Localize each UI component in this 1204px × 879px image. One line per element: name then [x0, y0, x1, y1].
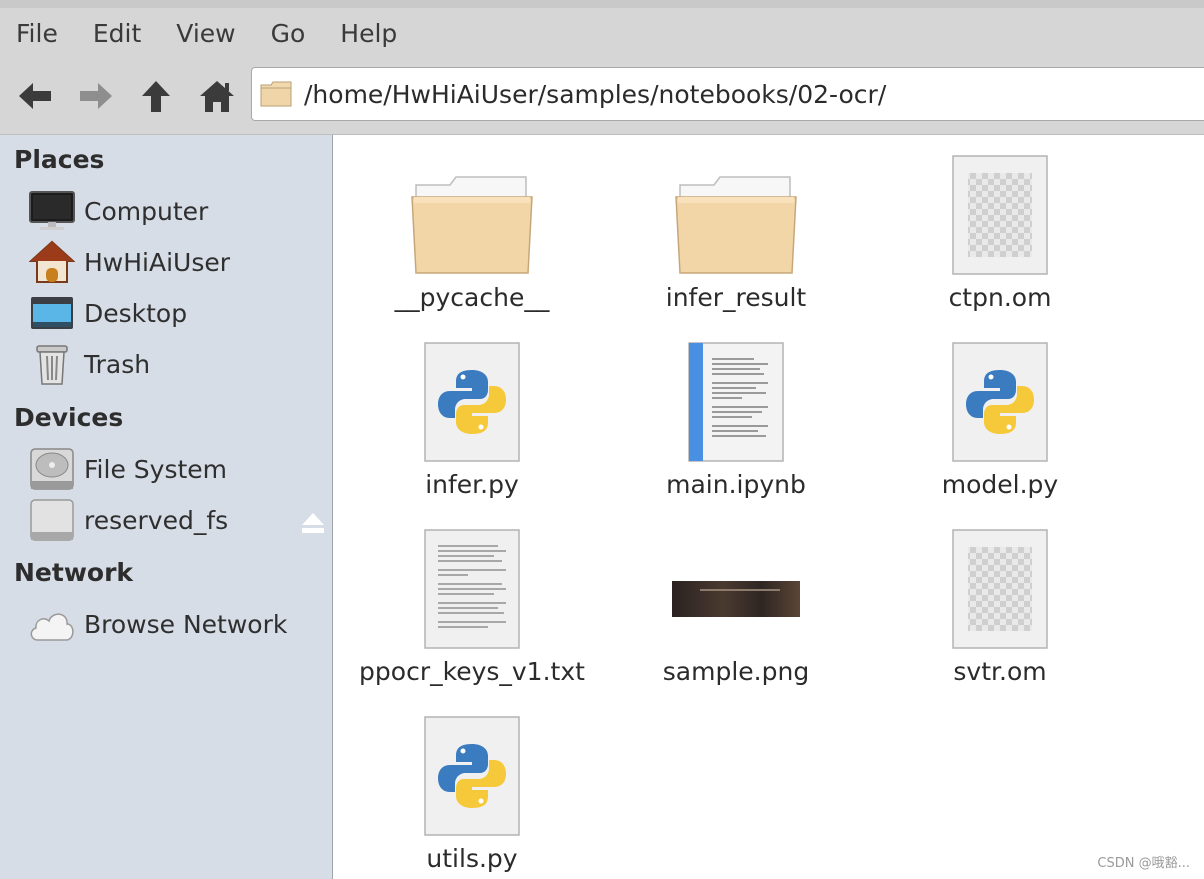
sidebar-item-label: Desktop	[84, 298, 188, 328]
forward-button[interactable]	[76, 76, 116, 116]
section-places-title: Places	[14, 145, 105, 174]
desktop-icon	[28, 290, 76, 336]
sidebar-item-computer[interactable]: Computer	[28, 188, 328, 234]
sidebar-item-hwhiaiuser[interactable]: HwHiAiUser	[28, 239, 328, 285]
image-thumbnail	[672, 581, 800, 617]
binary-file-icon	[952, 529, 1048, 649]
computer-icon	[28, 188, 76, 234]
home-icon	[200, 81, 234, 112]
file-view: __pycache__ infer_result ctpn.om infer.p…	[334, 135, 1204, 879]
menu-go[interactable]: Go	[271, 19, 306, 48]
file-name: main.ipynb	[666, 470, 806, 499]
file-item[interactable]: infer.py	[352, 322, 592, 499]
home-button[interactable]	[197, 76, 237, 116]
up-button[interactable]	[136, 76, 176, 116]
notebook-file-icon	[688, 342, 784, 462]
arrow-right-icon	[80, 83, 112, 109]
sidebar-item-label: Computer	[84, 196, 209, 226]
file-item[interactable]: ctpn.om	[880, 135, 1120, 312]
file-name: svtr.om	[953, 657, 1047, 686]
file-item[interactable]: model.py	[880, 322, 1120, 499]
file-name: utils.py	[426, 844, 518, 873]
toolbar	[0, 58, 1204, 135]
sidebar: Places Computer HwHiAiUser Desktop Trash…	[0, 135, 333, 879]
sidebar-item-file-system[interactable]: File System	[28, 446, 328, 492]
watermark: CSDN @哦豁...	[1097, 856, 1190, 871]
python-file-icon	[424, 716, 520, 836]
file-item[interactable]: __pycache__	[352, 135, 592, 312]
trash-icon	[28, 341, 76, 387]
python-file-icon	[424, 342, 520, 462]
sidebar-item-desktop[interactable]: Desktop	[28, 290, 328, 336]
file-name: sample.png	[662, 657, 810, 686]
folder-icon	[411, 176, 533, 274]
location-bar[interactable]	[251, 67, 1204, 121]
cloud-icon	[28, 601, 76, 647]
sidebar-item-reserved-fs[interactable]: reserved_fs	[28, 497, 328, 543]
file-name: __pycache__	[394, 283, 550, 312]
folder-icon	[675, 176, 797, 274]
file-name: ctpn.om	[948, 283, 1052, 312]
menu-help[interactable]: Help	[340, 19, 397, 48]
file-item[interactable]: main.ipynb	[616, 322, 856, 499]
drive-icon	[28, 497, 76, 543]
menu-edit[interactable]: Edit	[93, 19, 141, 48]
file-item[interactable]: ppocr_keys_v1.txt	[352, 509, 592, 686]
sidebar-item-label: File System	[84, 454, 228, 484]
eject-button[interactable]	[300, 510, 326, 536]
file-name: ppocr_keys_v1.txt	[359, 657, 585, 686]
sidebar-item-trash[interactable]: Trash	[28, 341, 328, 387]
python-file-icon	[952, 342, 1048, 462]
sidebar-item-label: reserved_fs	[84, 505, 229, 535]
home-folder-icon	[28, 239, 76, 285]
sidebar-item-label: HwHiAiUser	[84, 247, 231, 277]
file-item[interactable]: svtr.om	[880, 509, 1120, 686]
file-item[interactable]: infer_result	[616, 135, 856, 312]
file-name: model.py	[941, 470, 1059, 499]
sidebar-item-browse-network[interactable]: Browse Network	[28, 601, 328, 647]
arrow-left-icon	[19, 83, 51, 109]
back-button[interactable]	[15, 76, 55, 116]
file-name: infer.py	[425, 470, 519, 499]
file-name: infer_result	[665, 283, 807, 312]
sidebar-item-label: Browse Network	[84, 609, 288, 639]
file-item[interactable]: sample.png	[616, 509, 856, 686]
harddisk-icon	[28, 446, 76, 492]
binary-file-icon	[952, 155, 1048, 275]
location-input[interactable]	[304, 79, 1184, 109]
text-file-icon	[424, 529, 520, 649]
file-item[interactable]: utils.py	[352, 696, 592, 873]
sidebar-item-label: Trash	[84, 349, 151, 379]
menu-view[interactable]: View	[176, 19, 235, 48]
section-devices-title: Devices	[14, 403, 124, 432]
arrow-up-icon	[142, 81, 170, 112]
folder-icon	[260, 81, 292, 107]
menu-bar: File Edit View Go Help	[0, 8, 1204, 58]
window-top-strip	[0, 0, 1204, 8]
section-network-title: Network	[14, 558, 134, 587]
eject-icon	[302, 513, 324, 533]
menu-file[interactable]: File	[16, 19, 58, 48]
